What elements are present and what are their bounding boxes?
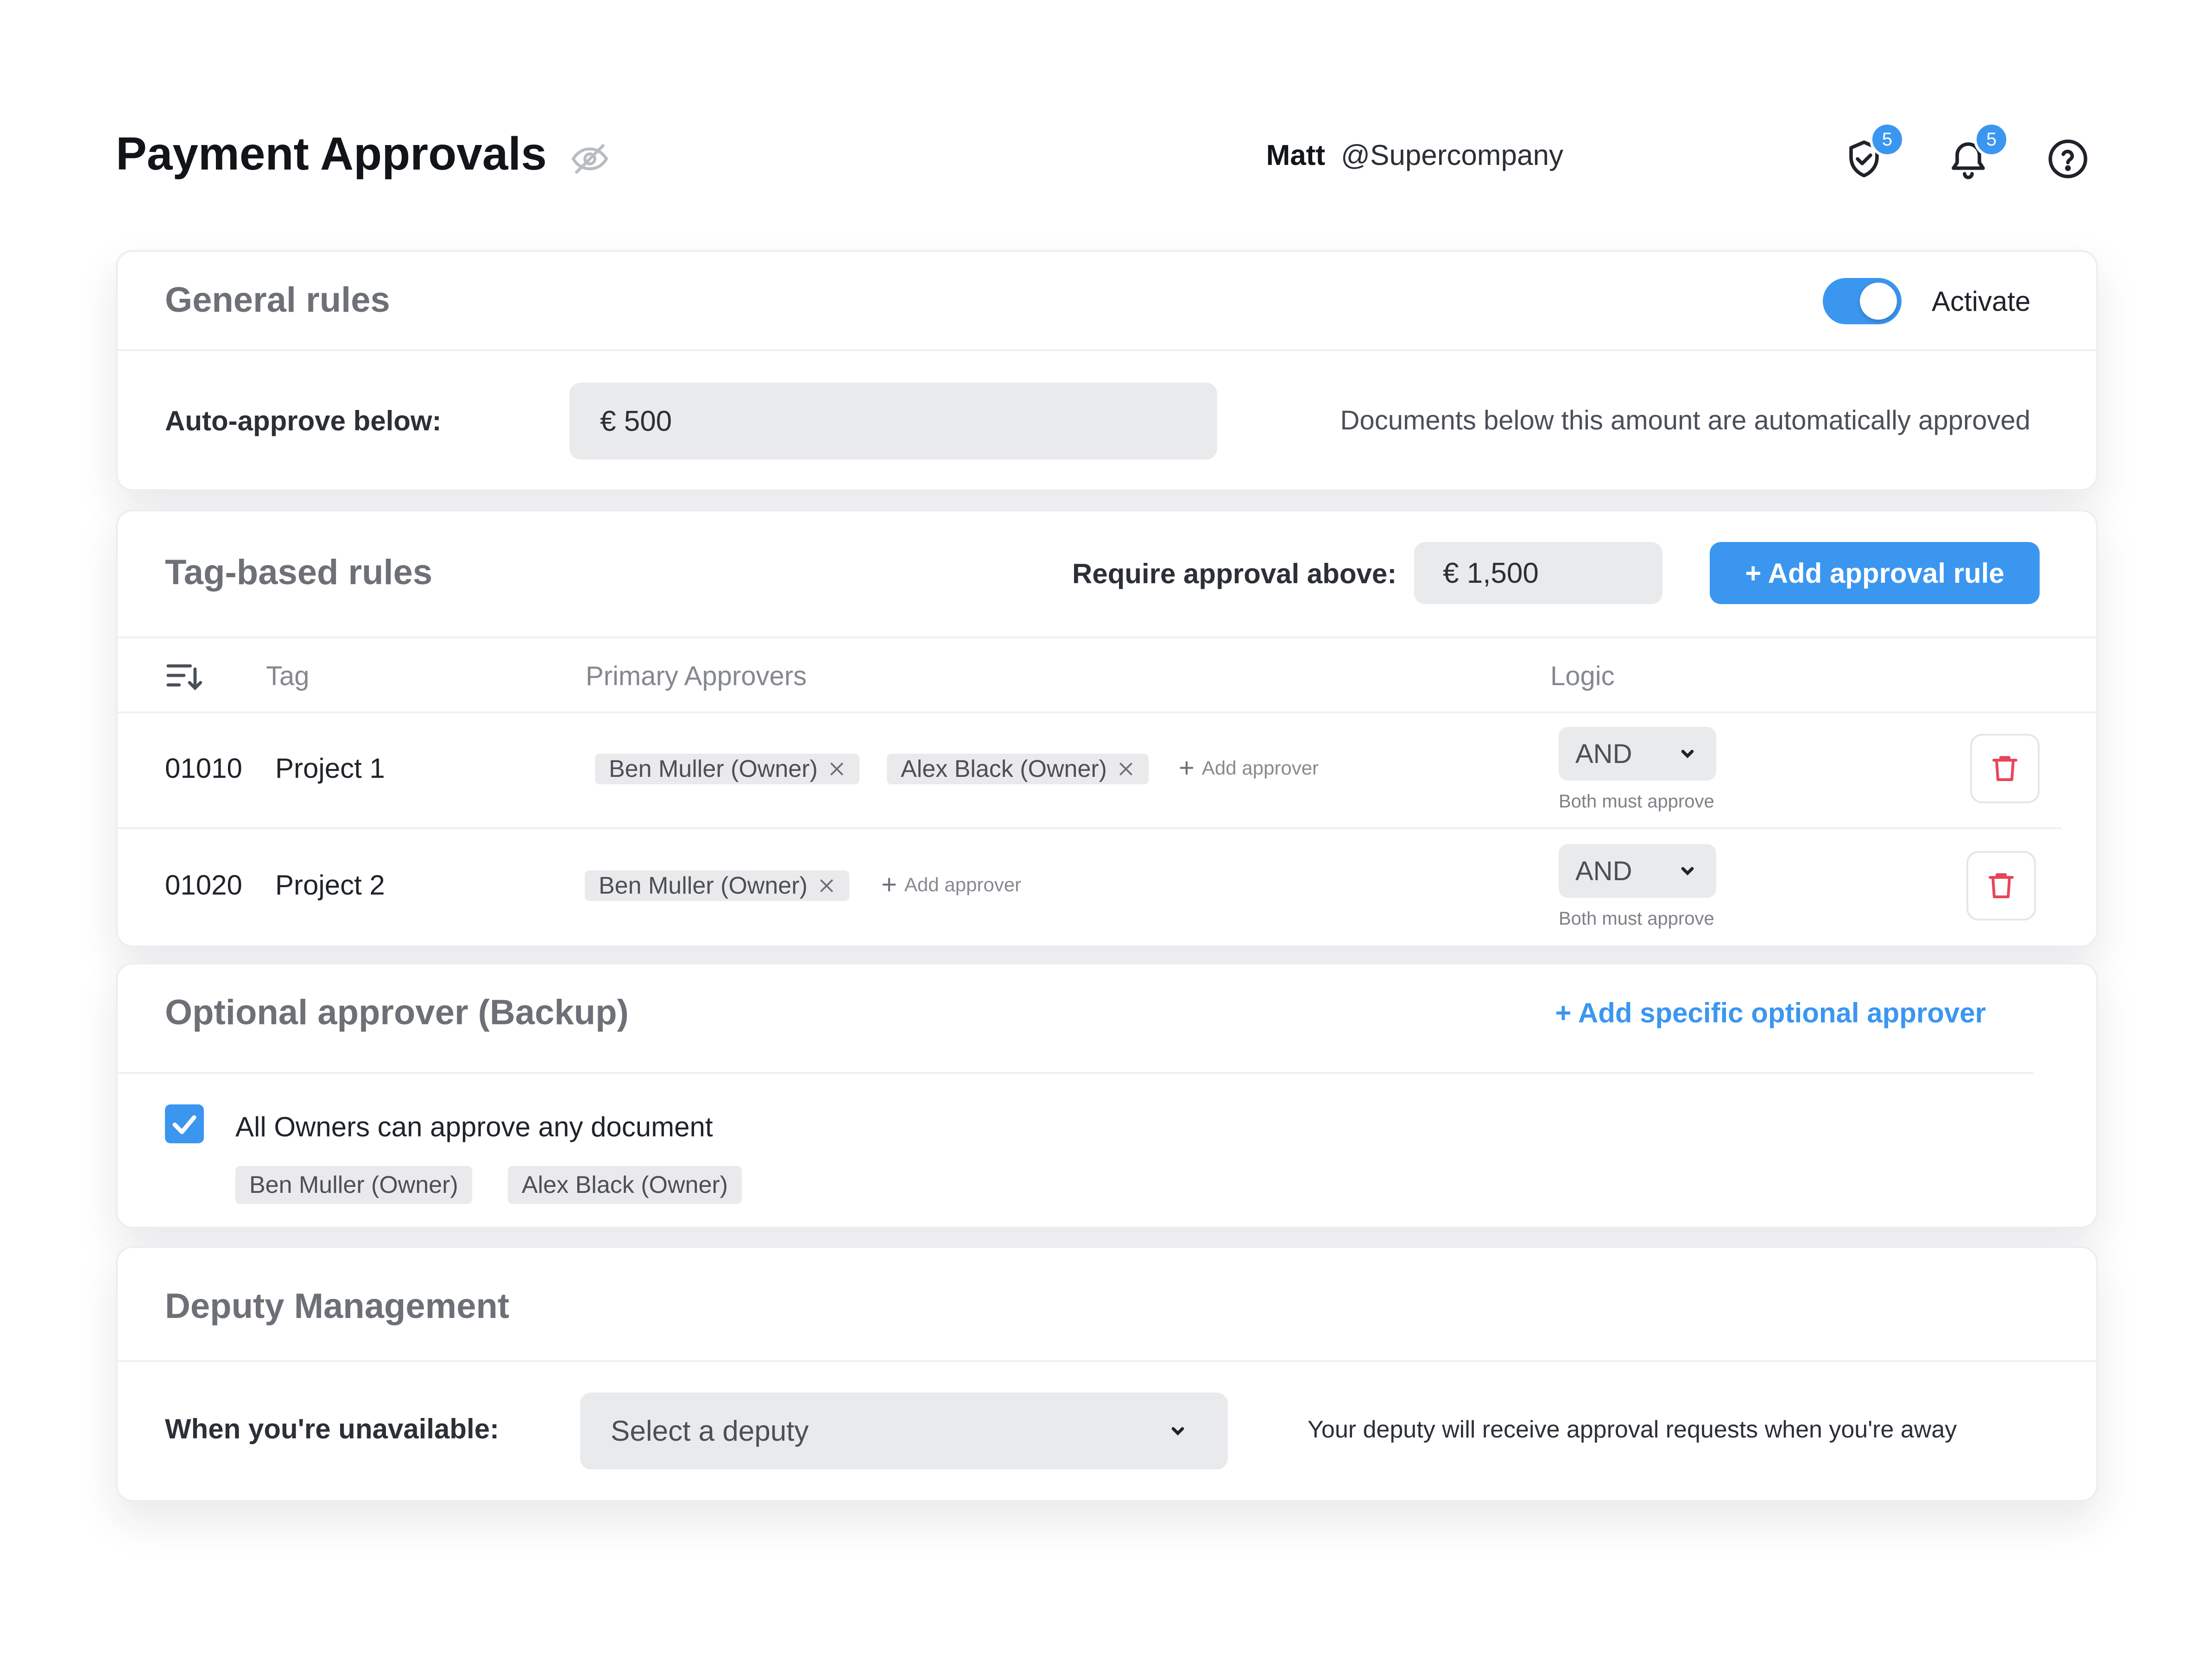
row-tag-name: Project 2	[275, 870, 385, 901]
notifications-badge: 5	[1974, 122, 2009, 157]
owner-chip-label: Alex Black (Owner)	[522, 1172, 728, 1198]
row-tag-code: 01020	[165, 870, 242, 901]
help-icon[interactable]	[2046, 137, 2090, 181]
eye-off-icon[interactable]	[570, 139, 610, 179]
logic-select[interactable]: AND	[1559, 844, 1716, 898]
logic-note: Both must approve	[1559, 791, 1714, 812]
divider	[118, 712, 2096, 713]
approver-chip-label: Ben Muller (Owner)	[599, 872, 808, 899]
approver-chip-label: Alex Black (Owner)	[901, 756, 1107, 782]
check-icon	[172, 1115, 196, 1135]
row-tag-code: 01010	[165, 753, 242, 784]
deputy-hint: Your deputy will receive approval reques…	[1308, 1416, 1957, 1443]
plus-icon: +	[1179, 753, 1194, 783]
chevron-down-icon	[1681, 867, 1694, 876]
deputy-management-card: Deputy Management When you're unavailabl…	[116, 1246, 2098, 1502]
add-approver-button[interactable]: + Add approver	[881, 869, 1021, 900]
column-primary-approvers: Primary Approvers	[586, 661, 807, 691]
trash-icon	[1992, 756, 2017, 781]
delete-rule-button[interactable]	[1966, 851, 2036, 920]
approvals-button[interactable]: 5	[1842, 122, 1905, 181]
column-tag: Tag	[266, 661, 310, 691]
sort-icon[interactable]	[165, 659, 203, 692]
chevron-down-icon	[1681, 750, 1694, 758]
add-approval-rule-button[interactable]: + Add approval rule	[1710, 542, 2040, 604]
trash-icon	[1989, 873, 2014, 898]
divider	[118, 1360, 2096, 1362]
auto-approve-label: Auto-approve below:	[165, 405, 442, 436]
row-tag-name: Project 1	[275, 753, 385, 784]
deputy-select[interactable]: Select a deputy	[580, 1393, 1228, 1469]
all-owners-label: All Owners can approve any document	[235, 1111, 713, 1142]
company-name: @Supercompany	[1341, 139, 1563, 171]
logic-select-value: AND	[1575, 738, 1632, 769]
approvals-badge: 5	[1870, 122, 1905, 157]
chevron-down-icon	[1171, 1427, 1184, 1436]
tag-rules-card: Tag-based rules Require approval above: …	[116, 510, 2098, 947]
approver-chip: Alex Black (Owner)	[887, 754, 1149, 784]
divider	[118, 1072, 2033, 1074]
logic-select[interactable]: AND	[1559, 727, 1716, 781]
general-rules-card: General rules Activate Auto-approve belo…	[116, 250, 2098, 491]
activate-toggle[interactable]	[1823, 278, 1902, 324]
add-optional-approver-link[interactable]: + Add specific optional approver	[1555, 997, 1986, 1029]
remove-approver-icon[interactable]	[828, 760, 846, 778]
column-logic: Logic	[1550, 661, 1615, 691]
user-info[interactable]: Matt @Supercompany	[1266, 139, 1563, 172]
require-approval-input[interactable]: € 1,500	[1414, 542, 1662, 604]
tag-rules-title: Tag-based rules	[165, 553, 433, 592]
deputy-management-title: Deputy Management	[165, 1286, 510, 1326]
plus-icon: +	[881, 870, 897, 900]
require-approval-label: Require approval above:	[1072, 558, 1397, 589]
optional-approver-title: Optional approver (Backup)	[165, 993, 629, 1032]
notifications-button[interactable]: 5	[1946, 122, 2009, 181]
optional-approver-card: Optional approver (Backup) + Add specifi…	[116, 963, 2098, 1229]
add-approver-button[interactable]: + Add approver	[1179, 752, 1319, 783]
general-rules-title: General rules	[165, 280, 390, 320]
owner-chip: Alex Black (Owner)	[508, 1166, 742, 1204]
toggle-knob	[1860, 283, 1897, 320]
logic-note: Both must approve	[1559, 908, 1714, 929]
page-title: Payment Approvals	[116, 128, 547, 180]
remove-approver-icon[interactable]	[1117, 760, 1135, 778]
activate-label: Activate	[1932, 286, 2031, 317]
divider	[118, 349, 2096, 351]
all-owners-checkbox[interactable]	[165, 1104, 204, 1143]
add-approver-label: Add approver	[904, 873, 1022, 895]
row-divider	[118, 827, 2061, 829]
approver-chip-label: Ben Muller (Owner)	[609, 756, 818, 782]
approver-chip: Ben Muller (Owner)	[585, 870, 849, 901]
approver-chip: Ben Muller (Owner)	[595, 754, 860, 784]
delete-rule-button[interactable]	[1970, 734, 2040, 803]
auto-approve-input[interactable]: € 500	[569, 383, 1217, 460]
unavailable-label: When you're unavailable:	[165, 1413, 499, 1444]
auto-approve-hint: Documents below this amount are automati…	[1340, 405, 2030, 435]
user-name: Matt	[1266, 139, 1326, 171]
deputy-select-placeholder: Select a deputy	[611, 1415, 809, 1447]
add-approver-label: Add approver	[1201, 756, 1319, 779]
remove-approver-icon[interactable]	[818, 877, 835, 895]
logic-select-value: AND	[1575, 856, 1632, 886]
owner-chip: Ben Muller (Owner)	[235, 1166, 472, 1204]
owner-chip-label: Ben Muller (Owner)	[249, 1172, 458, 1198]
divider	[118, 637, 2096, 638]
